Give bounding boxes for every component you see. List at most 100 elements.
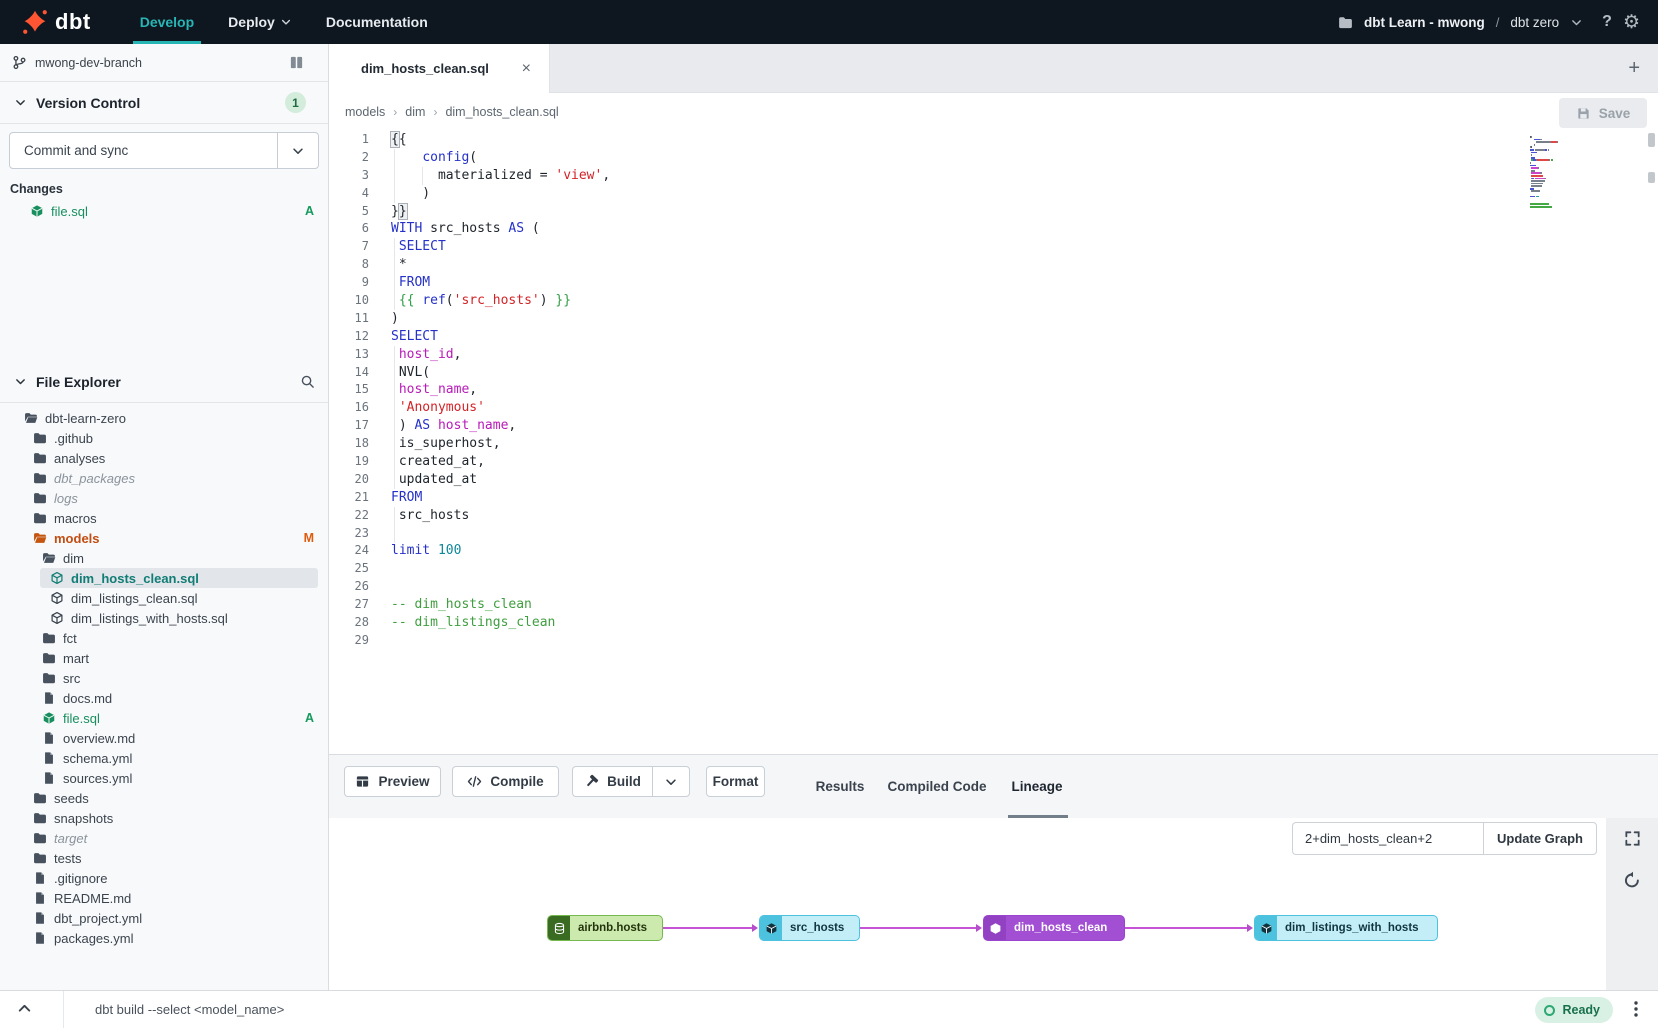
lineage-canvas[interactable]: Update Graph airbnb.hosts src_hosts dim_ho…: [329, 818, 1658, 990]
tree-item-tests[interactable]: tests: [0, 848, 328, 868]
docs-panel-icon[interactable]: [289, 55, 304, 70]
scrollbar-thumb[interactable]: [1648, 172, 1655, 183]
tree-item-fct[interactable]: fct: [0, 628, 328, 648]
code-line: 22 src_hosts: [329, 507, 1658, 525]
environment-name[interactable]: dbt zero: [1510, 15, 1559, 30]
tree-item-overview-md[interactable]: overview.md: [0, 728, 328, 748]
model-cube-icon: [50, 611, 64, 625]
save-button[interactable]: Save: [1559, 98, 1647, 128]
tree-item-packages-yml[interactable]: packages.yml: [0, 928, 328, 948]
build-button[interactable]: Build: [572, 766, 653, 797]
tree-item-dbt-project-yml[interactable]: dbt_project.yml: [0, 908, 328, 928]
command-bar: Ready: [0, 990, 1658, 1028]
build-options-chevron[interactable]: [652, 766, 690, 797]
panel-tab-results[interactable]: Results: [816, 755, 865, 818]
lineage-node-src-hosts[interactable]: src_hosts: [759, 915, 860, 941]
file-explorer-header[interactable]: File Explorer: [0, 361, 328, 403]
code-editor[interactable]: 1{{2 config(3 materialized = 'view',4 )5…: [329, 131, 1658, 754]
tree-item-dim-listings-clean-sql[interactable]: dim_listings_clean.sql: [0, 588, 328, 608]
nav-documentation[interactable]: Documentation: [309, 0, 445, 44]
tree-item-mart[interactable]: mart: [0, 648, 328, 668]
status-badge: Ready: [1535, 997, 1613, 1023]
line-number: 15: [329, 381, 369, 399]
reset-view-icon[interactable]: [1623, 871, 1641, 889]
tree-item-logs[interactable]: logs: [0, 488, 328, 508]
tree-item-schema-yml[interactable]: schema.yml: [0, 748, 328, 768]
tree-item-models[interactable]: modelsM: [0, 528, 328, 548]
close-icon[interactable]: ×: [518, 59, 535, 79]
format-button[interactable]: Format: [706, 766, 765, 797]
scrollbar-thumb[interactable]: [1648, 133, 1655, 147]
folder-icon: [33, 851, 47, 865]
changed-file-row[interactable]: file.sql A: [0, 200, 328, 222]
lineage-edge: [1125, 927, 1251, 929]
commit-options-chevron[interactable]: [277, 133, 318, 168]
lineage-node-airbnb-hosts[interactable]: airbnb.hosts: [547, 915, 663, 941]
environment-chevron-down-icon[interactable]: [1570, 16, 1583, 29]
tree-item-sources-yml[interactable]: sources.yml: [0, 768, 328, 788]
file-icon: [33, 891, 47, 905]
tree-item-label: mart: [63, 651, 89, 666]
kebab-menu-icon[interactable]: [1628, 999, 1644, 1019]
line-number: 1: [329, 131, 369, 149]
tree-item-label: target: [54, 831, 87, 846]
tree-item-seeds[interactable]: seeds: [0, 788, 328, 808]
file-icon: [33, 871, 47, 885]
tree-item-label: snapshots: [54, 811, 113, 826]
file-tree: dbt-learn-zero.githubanalysesdbt_package…: [0, 408, 328, 948]
line-number: 23: [329, 525, 369, 543]
lineage-selector-input[interactable]: [1292, 822, 1483, 855]
nav-deploy[interactable]: Deploy: [211, 0, 309, 44]
tree-item-label: docs.md: [63, 691, 112, 706]
tree-item--github[interactable]: .github: [0, 428, 328, 448]
panel-tab-compiled-code[interactable]: Compiled Code: [887, 755, 986, 818]
tree-item-label: macros: [54, 511, 97, 526]
version-control-header[interactable]: Version Control 1: [0, 82, 328, 124]
command-input[interactable]: [95, 991, 1398, 1028]
help-icon[interactable]: ?: [1602, 13, 1612, 31]
tree-item-readme-md[interactable]: README.md: [0, 888, 328, 908]
tree-item-analyses[interactable]: analyses: [0, 448, 328, 468]
tree-item--gitignore[interactable]: .gitignore: [0, 868, 328, 888]
tree-item-file-sql[interactable]: file.sqlA: [0, 708, 328, 728]
tree-item-label: dim_listings_with_hosts.sql: [71, 611, 228, 626]
commit-and-sync-button[interactable]: Commit and sync: [9, 132, 319, 169]
settings-gear-icon[interactable]: ⚙: [1623, 13, 1640, 32]
editor-tab[interactable]: dim_hosts_clean.sql ×: [329, 44, 550, 93]
chevron-up-icon[interactable]: [16, 1000, 33, 1017]
project-name[interactable]: dbt Learn - mwong: [1364, 15, 1485, 30]
line-number: 7: [329, 238, 369, 256]
tree-item-dim-hosts-clean-sql[interactable]: dim_hosts_clean.sql: [0, 568, 328, 588]
tree-item-dim[interactable]: dim: [0, 548, 328, 568]
line-number: 12: [329, 328, 369, 346]
version-control-title: Version Control: [36, 95, 140, 111]
search-icon[interactable]: [300, 374, 315, 389]
minimap[interactable]: [1530, 136, 1590, 211]
preview-button[interactable]: Preview: [344, 766, 441, 797]
dbt-logo[interactable]: dbt: [0, 9, 109, 35]
chevron-down-icon: [14, 96, 27, 109]
tree-item-target[interactable]: target: [0, 828, 328, 848]
update-graph-button[interactable]: Update Graph: [1483, 822, 1597, 855]
project-folder-icon: [1338, 15, 1353, 30]
nav-develop[interactable]: Develop: [123, 0, 211, 44]
tree-item-dbt-packages[interactable]: dbt_packages: [0, 468, 328, 488]
tree-item-snapshots[interactable]: snapshots: [0, 808, 328, 828]
divider: [63, 991, 64, 1028]
file-icon: [42, 751, 56, 765]
tree-item-label: sources.yml: [63, 771, 132, 786]
lineage-node-dim-listings-with-hosts[interactable]: dim_listings_with_hosts: [1254, 915, 1438, 941]
tree-item-dbt-learn-zero[interactable]: dbt-learn-zero: [0, 408, 328, 428]
fullscreen-icon[interactable]: [1624, 830, 1641, 847]
tree-item-docs-md[interactable]: docs.md: [0, 688, 328, 708]
panel-tab-lineage[interactable]: Lineage: [1011, 755, 1062, 818]
git-status-badge: A: [305, 711, 314, 725]
code-line: 1{{: [329, 131, 1658, 149]
tree-item-src[interactable]: src: [0, 668, 328, 688]
tree-item-dim-listings-with-hosts-sql[interactable]: dim_listings_with_hosts.sql: [0, 608, 328, 628]
new-tab-plus-icon[interactable]: +: [1628, 44, 1640, 93]
lineage-node-dim-hosts-clean[interactable]: dim_hosts_clean: [983, 915, 1125, 941]
tree-item-label: dbt_project.yml: [54, 911, 142, 926]
tree-item-macros[interactable]: macros: [0, 508, 328, 528]
compile-button[interactable]: Compile: [452, 766, 559, 797]
